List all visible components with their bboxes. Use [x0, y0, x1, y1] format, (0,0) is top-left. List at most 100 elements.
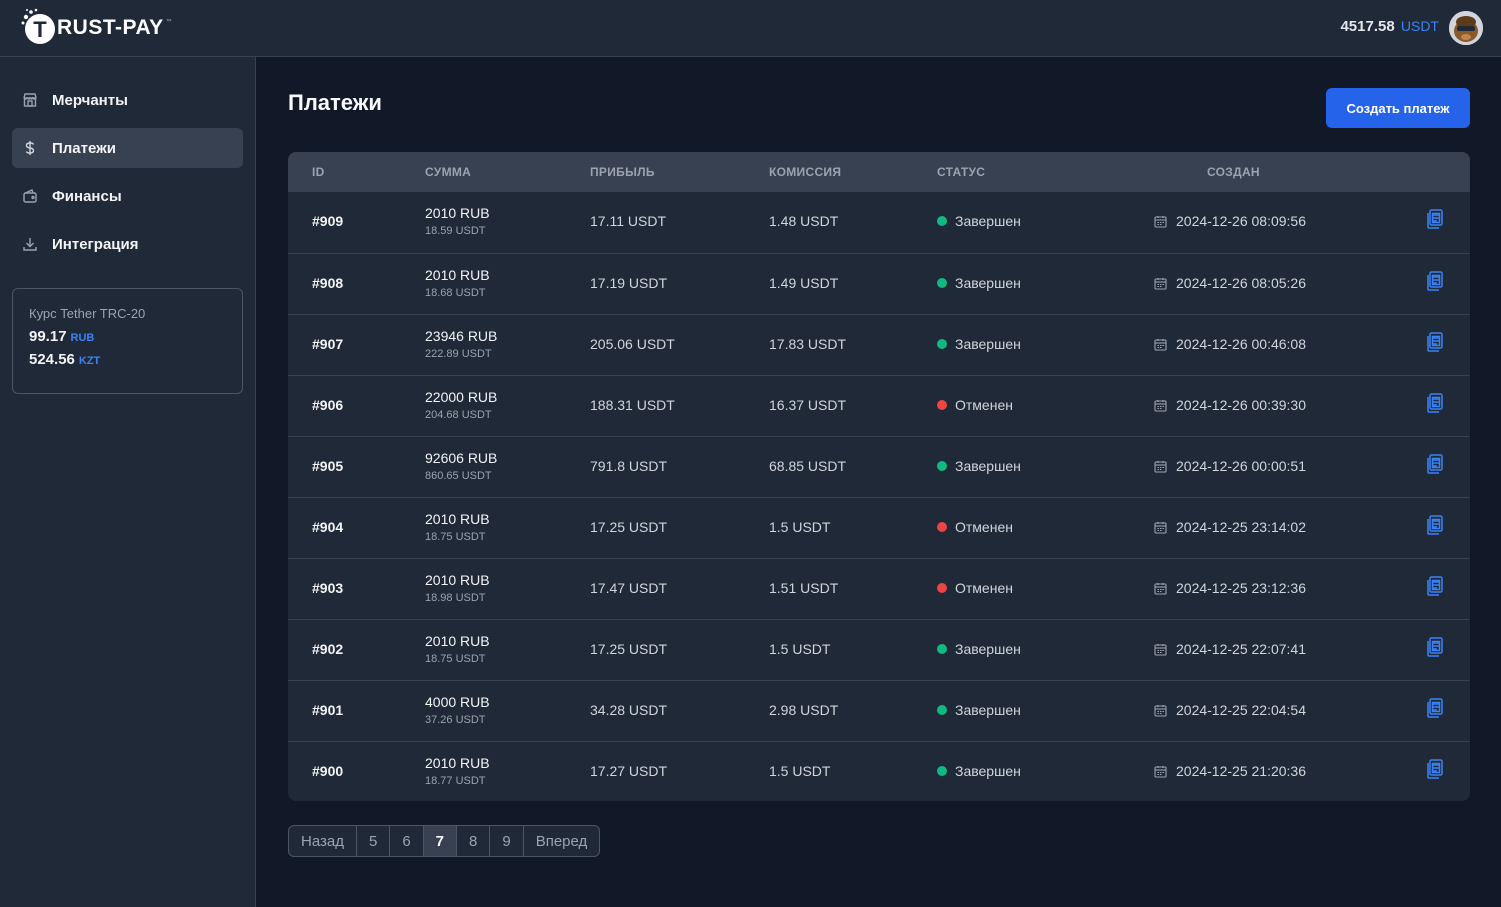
payment-id: #907	[312, 336, 344, 352]
created-date: 2024-12-26 00:00:51	[1154, 458, 1306, 474]
pagination-prev-button[interactable]: Назад	[289, 826, 356, 856]
table-row[interactable]: #900 2010 RUB 18.77 USDT 17.27 USDT 1.5 USDT…	[288, 741, 1470, 801]
pagination-next-button[interactable]: Вперед	[522, 826, 600, 856]
document-icon[interactable]	[1426, 332, 1444, 352]
payment-profit: 17.25 USDT	[590, 519, 668, 535]
table-row[interactable]: #902 2010 RUB 18.75 USDT 17.25 USDT 1.5 USDT…	[288, 619, 1470, 680]
calendar-icon	[1154, 521, 1167, 534]
created-date: 2024-12-26 08:09:56	[1154, 213, 1306, 229]
top-bar: T RUST-PAY ™ 4517.58 USDT	[0, 0, 1501, 57]
status-badge: Завершен	[937, 458, 1021, 474]
balance-value: 4517.58	[1340, 18, 1395, 35]
document-icon[interactable]	[1426, 271, 1444, 291]
document-icon[interactable]	[1426, 209, 1444, 229]
status-label: Завершен	[955, 763, 1021, 779]
payment-sum: 4000 RUB	[425, 694, 490, 710]
column-header-id: ID	[312, 165, 325, 179]
table-row[interactable]: #906 22000 RUB 204.68 USDT 188.31 USDT 16.37…	[288, 375, 1470, 436]
table-row[interactable]: #901 4000 RUB 37.26 USDT 34.28 USDT 2.98 USD…	[288, 680, 1470, 741]
created-datetime: 2024-12-26 08:09:56	[1176, 213, 1306, 229]
status-label: Завершен	[955, 702, 1021, 718]
created-date: 2024-12-25 22:07:41	[1154, 641, 1306, 657]
calendar-icon	[1154, 704, 1167, 717]
status-dot	[937, 278, 947, 288]
payment-id: #901	[312, 702, 344, 718]
sidebar-item-merchants[interactable]: Мерчанты	[12, 80, 243, 120]
table-row[interactable]: #908 2010 RUB 18.68 USDT 17.19 USDT 1.49 USD…	[288, 253, 1470, 314]
created-datetime: 2024-12-25 21:20:36	[1176, 763, 1306, 779]
pagination-page-9[interactable]: 9	[489, 826, 522, 856]
payment-sum-usdt: 18.98 USDT	[425, 592, 486, 604]
table-row[interactable]: #909 2010 RUB 18.59 USDT 17.11 USDT 1.48 USD…	[288, 192, 1470, 253]
payment-sum: 92606 RUB	[425, 450, 498, 466]
document-icon[interactable]	[1426, 637, 1444, 657]
status-label: Завершен	[955, 458, 1021, 474]
create-payment-button[interactable]: Создать платеж	[1326, 88, 1470, 128]
document-icon[interactable]	[1426, 576, 1444, 596]
created-datetime: 2024-12-25 23:12:36	[1176, 580, 1306, 596]
status-label: Отменен	[955, 580, 1013, 596]
payment-sum-usdt: 18.68 USDT	[425, 287, 486, 299]
status-dot	[937, 216, 947, 226]
payment-sum-usdt: 37.26 USDT	[425, 714, 486, 726]
table-row[interactable]: #907 23946 RUB 222.89 USDT 205.06 USDT 17.83…	[288, 314, 1470, 375]
balance-currency: USDT	[1400, 18, 1439, 34]
document-icon[interactable]	[1426, 454, 1444, 474]
sidebar-item-integration[interactable]: Интеграция	[12, 224, 243, 264]
sidebar-item-finance[interactable]: Финансы	[12, 176, 243, 216]
created-date: 2024-12-26 00:39:30	[1154, 397, 1306, 413]
payment-profit: 205.06 USDT	[590, 336, 675, 352]
table-row[interactable]: #905 92606 RUB 860.65 USDT 791.8 USDT 68.85 …	[288, 436, 1470, 497]
status-dot	[937, 400, 947, 410]
status-dot	[937, 461, 947, 471]
status-label: Завершен	[955, 336, 1021, 352]
payment-fee: 1.5 USDT	[769, 519, 831, 535]
pagination-page-5[interactable]: 5	[355, 826, 389, 856]
rate-value: 99.17	[29, 328, 67, 345]
table-row[interactable]: #903 2010 RUB 18.98 USDT 17.47 USDT 1.51 USD…	[288, 558, 1470, 619]
rate-currency: RUB	[70, 332, 95, 344]
sidebar-item-label: Платежи	[52, 139, 116, 157]
rate-rub: 99.17 RUB	[29, 328, 226, 345]
pagination-page-7[interactable]: 7	[422, 826, 457, 856]
document-icon[interactable]	[1426, 515, 1444, 535]
document-icon[interactable]	[1426, 759, 1444, 779]
wallet-icon	[22, 188, 38, 204]
dollar-icon	[22, 140, 38, 156]
status-label: Завершен	[955, 213, 1021, 229]
created-date: 2024-12-25 23:14:02	[1154, 519, 1306, 535]
column-header-status: СТАТУС	[937, 165, 986, 179]
status-label: Завершен	[955, 641, 1021, 657]
pagination-page-6[interactable]: 6	[389, 826, 422, 856]
payment-sum: 23946 RUB	[425, 328, 498, 344]
payment-sum: 2010 RUB	[425, 205, 490, 221]
sidebar-item-label: Финансы	[52, 187, 122, 205]
logo-mark-icon: T	[18, 7, 56, 45]
payment-sum-usdt: 860.65 USDT	[425, 470, 492, 482]
rate-card-title: Курс Tether TRC-20	[29, 306, 146, 321]
created-date: 2024-12-26 08:05:26	[1154, 275, 1306, 291]
payment-profit: 17.11 USDT	[590, 213, 666, 229]
payment-id: #903	[312, 580, 344, 596]
payment-sum-usdt: 18.59 USDT	[425, 225, 486, 237]
payment-sum-usdt: 204.68 USDT	[425, 409, 492, 421]
payment-fee: 1.49 USDT	[769, 275, 839, 291]
pagination-page-8[interactable]: 8	[456, 826, 489, 856]
table-row[interactable]: #904 2010 RUB 18.75 USDT 17.25 USDT 1.5 USDT…	[288, 497, 1470, 558]
status-label: Завершен	[955, 275, 1021, 291]
status-badge: Отменен	[937, 580, 1013, 596]
column-header-profit: ПРИБЫЛЬ	[590, 165, 655, 179]
sidebar-item-label: Интеграция	[52, 235, 139, 253]
avatar[interactable]	[1449, 11, 1483, 45]
calendar-icon	[1154, 399, 1167, 412]
payment-id: #905	[312, 458, 344, 474]
exchange-rate-card: Курс Tether TRC-20 99.17 RUB 524.56 KZT	[12, 288, 243, 394]
sidebar-item-payments[interactable]: Платежи	[12, 128, 243, 168]
logo-text: RUST-PAY	[57, 16, 164, 39]
document-icon[interactable]	[1426, 698, 1444, 718]
document-icon[interactable]	[1426, 393, 1444, 413]
pagination: Назад 5 6 7 8 9 Вперед	[288, 825, 601, 857]
logo[interactable]: T RUST-PAY ™	[18, 4, 172, 48]
calendar-icon	[1154, 582, 1167, 595]
status-badge: Завершен	[937, 763, 1021, 779]
